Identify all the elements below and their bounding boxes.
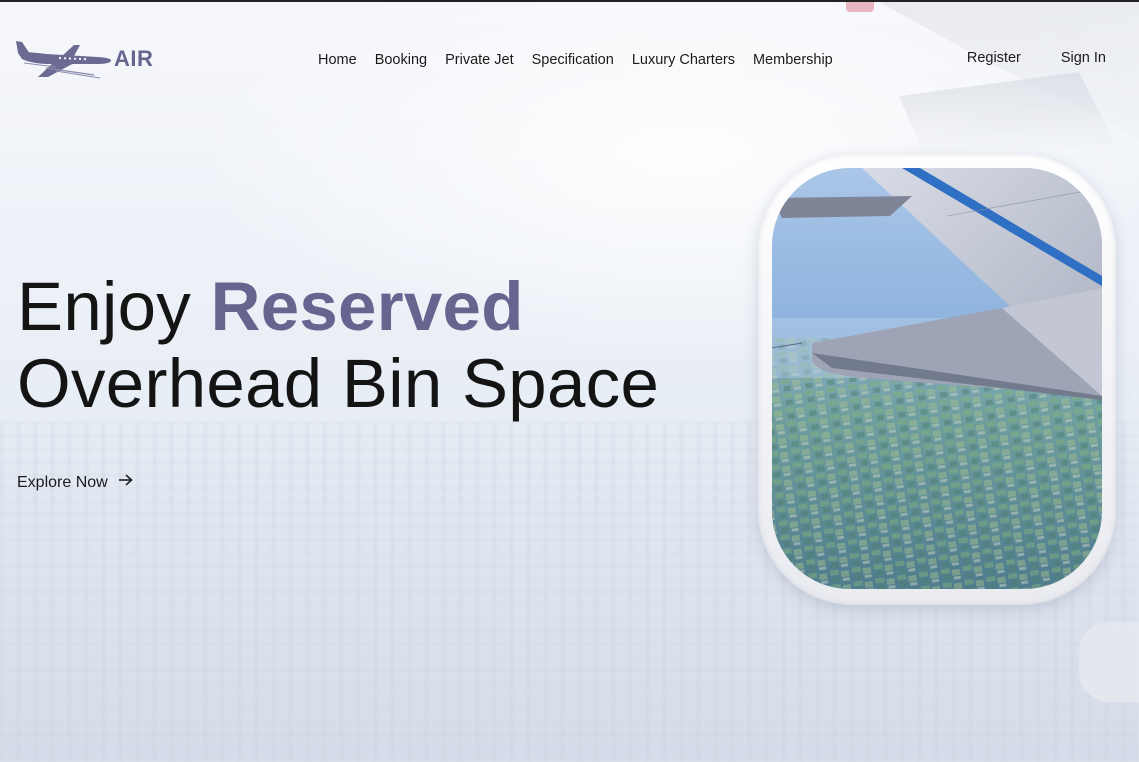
- explore-now-button[interactable]: Explore Now: [17, 473, 134, 492]
- arrow-right-icon: [118, 473, 134, 492]
- hero-title-prefix: Enjoy: [17, 268, 211, 345]
- hero-title-accent: Reserved: [210, 268, 524, 345]
- site-header: AIR Home Booking Private Jet Specificati…: [0, 2, 1139, 117]
- airplane-icon: [16, 37, 114, 79]
- hero-title: Enjoy Reserved Overhead Bin Space: [17, 268, 659, 422]
- airplane-window-view-image: [772, 168, 1102, 589]
- nav-item-specification[interactable]: Specification: [523, 49, 623, 71]
- nav-item-luxury-charters[interactable]: Luxury Charters: [623, 49, 744, 71]
- airplane-window-frame: [758, 154, 1116, 605]
- page: AIR Home Booking Private Jet Specificati…: [0, 0, 1139, 762]
- register-link[interactable]: Register: [967, 49, 1021, 67]
- nav-item-booking[interactable]: Booking: [366, 49, 436, 71]
- nav-item-home[interactable]: Home: [309, 49, 366, 71]
- brand-name: AIR: [114, 46, 154, 71]
- nav-item-private-jet[interactable]: Private Jet: [436, 49, 523, 71]
- sign-in-link[interactable]: Sign In: [1061, 49, 1106, 67]
- auth-links: Register Sign In: [967, 49, 1106, 67]
- main-nav: Home Booking Private Jet Specification L…: [309, 49, 842, 71]
- explore-now-label: Explore Now: [17, 473, 108, 491]
- nav-item-membership[interactable]: Membership: [744, 49, 842, 71]
- background-engine-image: [1079, 622, 1139, 702]
- brand-logo[interactable]: AIR: [16, 36, 161, 80]
- hero-title-line2: Overhead Bin Space: [17, 345, 660, 422]
